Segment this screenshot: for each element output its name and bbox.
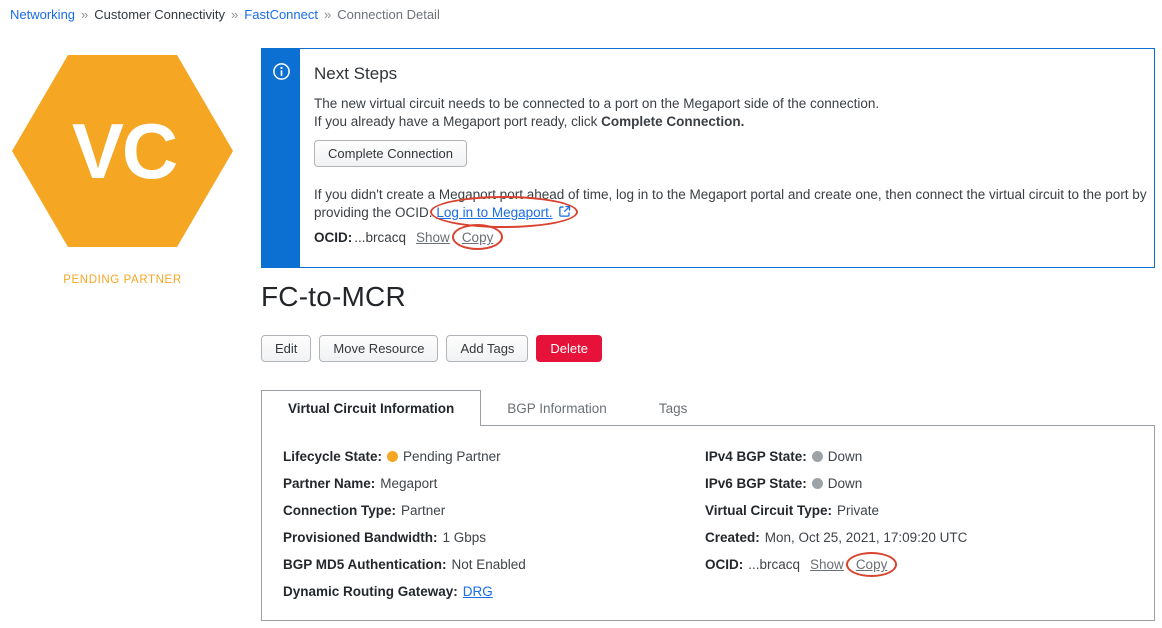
next-steps-title: Next Steps [314,64,398,83]
detail-show-link[interactable]: Show [810,557,844,572]
breadcrumb-item-networking[interactable]: Networking [10,7,75,22]
detail-value: Down [827,476,863,491]
status-dot-icon [811,478,823,489]
next-steps-text-line1: The new virtual circuit needs to be conn… [314,96,880,111]
detail-value: Down [827,449,863,464]
delete-button[interactable]: Delete [536,335,602,362]
lifecycle-status-label: PENDING PARTNER [63,274,182,286]
detail-label: Provisioned Bandwidth: [283,530,438,545]
action-buttons-row: Edit Move Resource Add Tags Delete [261,335,602,362]
next-steps-content: Next Steps The new virtual circuit needs… [300,49,1162,267]
next-steps-paragraph-2: If you didn't create a Megaport port ahe… [314,186,1147,228]
add-tags-button[interactable]: Add Tags [446,335,529,362]
complete-connection-button[interactable]: Complete Connection [314,140,468,167]
breadcrumb-separator: » [81,7,89,22]
detail-row-bgp-md5-authentication: BGP MD5 Authentication: Not Enabled [283,558,526,572]
detail-row-ipv4-bgp-state: IPv4 BGP State: Down [705,450,967,464]
detail-label: IPv4 BGP State: [705,449,807,464]
line2-bold-text: Complete Connection. [601,114,745,129]
detail-value: ...brcacq [748,557,801,572]
status-dot-icon [387,451,399,462]
page-title: FC-to-MCR [261,281,406,312]
ocid-copy-link[interactable]: Copy [462,230,494,245]
detail-label: OCID: [705,557,744,572]
banner-ocid-row: OCID: ...brcacq Show Copy [314,224,1147,250]
hexagon-label: VC [72,107,177,195]
login-link-group: Log in to Megaport. [430,196,578,228]
tab-bgp-information[interactable]: BGP Information [481,390,633,426]
tab-tags[interactable]: Tags [633,390,714,426]
virtual-circuit-information-panel: Lifecycle State: Pending Partner Partner N… [261,425,1155,621]
next-steps-text-line2: If you already have a Megaport port read… [314,113,1147,131]
detail-label: BGP MD5 Authentication: [283,557,447,572]
detail-row-virtual-circuit-type: Virtual Circuit Type: Private [705,504,967,518]
next-steps-paragraph-1: The new virtual circuit needs to be conn… [314,95,1147,131]
breadcrumb-separator: » [231,7,239,22]
breadcrumb-item-connection-detail: Connection Detail [337,7,440,22]
breadcrumb-item-customer-connectivity: Customer Connectivity [94,7,226,22]
detail-row-connection-type: Connection Type: Partner [283,504,526,518]
external-link-icon [558,205,570,217]
breadcrumb-item-fastconnect[interactable]: FastConnect [244,7,318,22]
drg-link[interactable]: DRG [463,584,493,599]
detail-copy-group: Copy [845,552,898,577]
detail-copy-link[interactable]: Copy [856,557,888,572]
breadcrumb: Networking » Customer Connectivity » FastCon… [10,7,440,22]
detail-value: 1 Gbps [442,530,487,545]
details-column-right: IPv4 BGP State: Down IPv6 BGP State: Down Vi… [705,450,967,585]
ocid-instruction-text: providing the OCID. [314,205,437,220]
details-column-left: Lifecycle State: Pending Partner Partner N… [283,450,526,612]
log-in-to-megaport-link[interactable]: Log in to Megaport. [436,205,552,220]
detail-label: IPv6 BGP State: [705,476,807,491]
detail-value: Partner [401,503,446,518]
detail-label: Partner Name: [283,476,376,491]
detail-label: Virtual Circuit Type: [705,503,833,518]
status-dot-icon [811,451,823,462]
detail-label: Connection Type: [283,503,396,518]
detail-label: Lifecycle State: [283,449,383,464]
ocid-show-link[interactable]: Show [416,230,450,245]
info-banner-strip [262,49,300,267]
detail-row-lifecycle-state: Lifecycle State: Pending Partner [283,450,526,464]
detail-value: Not Enabled [451,557,526,572]
ocid-label: OCID: [314,230,353,245]
next-steps-text-line4: providing the OCID. Log in to Megaport. [314,196,1147,228]
vc-hexagon-icon: VC [12,55,233,247]
info-icon [273,63,290,80]
detail-value: Pending Partner [403,449,501,464]
detail-label: Dynamic Routing Gateway: [283,584,458,599]
edit-button[interactable]: Edit [261,335,312,362]
detail-row-dynamic-routing-gateway: Dynamic Routing Gateway: DRG [283,585,526,599]
next-steps-banner: Next Steps The new virtual circuit needs… [261,48,1155,268]
detail-row-partner-name: Partner Name: Megaport [283,477,526,491]
detail-label: Created: [705,530,760,545]
detail-value: Megaport [380,476,438,491]
tab-virtual-circuit-information[interactable]: Virtual Circuit Information [261,390,482,426]
tab-bar: Virtual Circuit Information BGP Informati… [261,390,713,426]
resource-badge: VC PENDING PARTNER [12,55,233,286]
detail-row-created: Created: Mon, Oct 25, 2021, 17:09:20 UTC [705,531,967,545]
breadcrumb-separator: » [323,7,332,22]
move-resource-button[interactable]: Move Resource [319,335,439,362]
detail-row-provisioned-bandwidth: Provisioned Bandwidth: 1 Gbps [283,531,526,545]
detail-value: Private [837,503,880,518]
next-steps-text-line3: If you didn't create a Megaport port ahe… [314,187,1147,202]
line2-prefix-text: If you already have a Megaport port read… [314,114,602,129]
ocid-copy-group: Copy [451,224,504,250]
detail-row-ipv6-bgp-state: IPv6 BGP State: Down [705,477,967,491]
ocid-value: ...brcacq [354,230,407,245]
detail-value: Mon, Oct 25, 2021, 17:09:20 UTC [764,530,968,545]
detail-row-ocid: OCID: ...brcacq Show Copy [705,552,967,577]
